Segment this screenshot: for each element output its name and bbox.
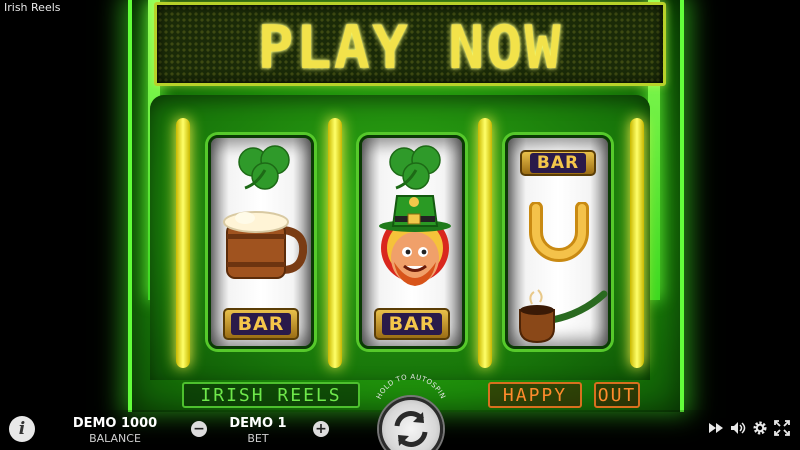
- reel-1: BAR: [208, 135, 314, 349]
- settings-icon[interactable]: [752, 420, 768, 436]
- plus-icon: +: [315, 421, 327, 437]
- reel-3: BAR: [505, 135, 611, 349]
- irish-reels-label: IRISH REELS: [182, 382, 360, 408]
- bar-symbol: BAR: [374, 308, 450, 340]
- happy-label: HAPPY: [488, 382, 582, 408]
- light-bar: [176, 118, 190, 368]
- reel-2: BAR: [359, 135, 465, 349]
- fullscreen-icon[interactable]: [774, 420, 790, 436]
- fast-forward-icon[interactable]: [708, 420, 724, 436]
- bet-decrease-button[interactable]: −: [191, 421, 207, 437]
- bet-increase-button[interactable]: +: [313, 421, 329, 437]
- bar-text: BAR: [381, 313, 443, 335]
- light-bar: [478, 118, 492, 368]
- bar-symbol: BAR: [520, 150, 596, 176]
- bar-text: BAR: [529, 153, 587, 173]
- leprechaun-icon: [379, 195, 451, 286]
- minus-icon: −: [193, 421, 205, 437]
- window-title: Irish Reels: [4, 1, 61, 14]
- sound-icon[interactable]: [730, 420, 746, 436]
- spin-button[interactable]: [379, 397, 443, 450]
- clover-icon: [389, 145, 441, 190]
- bet-label: BET: [247, 432, 269, 445]
- beer-mug-icon: [223, 211, 307, 279]
- pipe-icon: [519, 289, 608, 344]
- marquee-text: PLAY NOW: [257, 13, 563, 83]
- balance-display: DEMO 1000 BALANCE: [70, 416, 160, 445]
- spin-icon: [394, 411, 428, 447]
- play-now-marquee: PLAY NOW: [154, 2, 666, 86]
- bet-display: DEMO 1 BET: [222, 416, 294, 445]
- horseshoe-icon: [529, 202, 589, 262]
- clover-icon: [238, 145, 290, 190]
- light-bar: [630, 118, 644, 368]
- info-button[interactable]: i: [9, 416, 35, 442]
- bar-text: BAR: [230, 313, 292, 335]
- out-label: OUT: [594, 382, 640, 408]
- bet-value: DEMO 1: [229, 416, 287, 431]
- balance-label: BALANCE: [89, 432, 141, 445]
- balance-value: DEMO 1000: [72, 416, 158, 431]
- utility-icons: [708, 420, 790, 436]
- bar-symbol: BAR: [223, 308, 299, 340]
- info-icon: i: [18, 419, 26, 439]
- light-bar: [328, 118, 342, 368]
